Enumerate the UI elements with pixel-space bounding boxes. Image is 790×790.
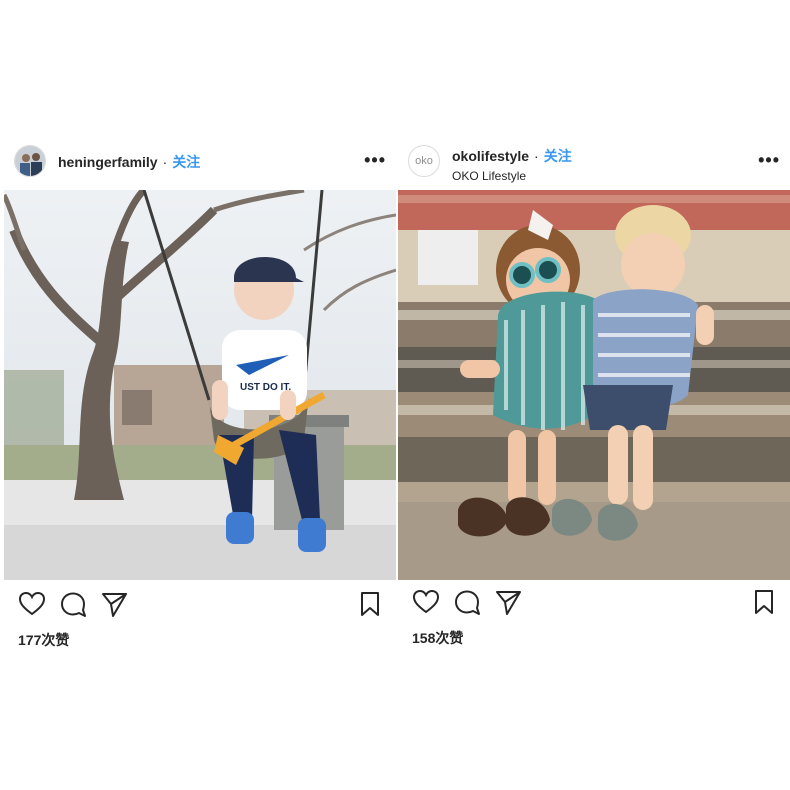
account-full-name: OKO Lifestyle [452,169,527,183]
more-options-icon[interactable]: ••• [758,150,780,171]
like-count[interactable]: 177次赞 [18,630,69,650]
username[interactable]: okolifestyle [452,148,529,164]
post-heningerfamily: heningerfamily · 关注 ••• UST DO IT. 177次赞 [4,140,396,648]
action-bar [398,588,790,618]
avatar[interactable]: oko [408,145,440,177]
follow-button[interactable]: 关注 [172,154,200,170]
kids-on-bench-photo[interactable] [398,190,790,580]
username[interactable]: heningerfamily [58,154,158,170]
separator-dot: · [162,154,168,170]
post-okolifestyle: oko okolifestyle · 关注 OKO Lifestyle ••• [398,140,790,646]
bookmark-icon[interactable] [356,590,384,618]
heart-icon[interactable] [18,590,46,618]
comment-icon[interactable] [59,590,87,618]
like-count[interactable]: 158次赞 [412,628,463,648]
heart-icon[interactable] [412,588,440,616]
swing-photo[interactable]: UST DO IT. [4,190,396,580]
share-icon[interactable] [100,590,128,618]
action-bar [4,590,396,620]
avatar[interactable] [14,145,46,177]
separator-dot: · [534,148,539,164]
follow-button[interactable]: 关注 [544,148,572,164]
share-icon[interactable] [494,588,522,616]
comment-icon[interactable] [453,588,481,616]
post-header: heningerfamily · 关注 ••• [4,140,396,190]
bookmark-icon[interactable] [750,588,778,616]
post-header: oko okolifestyle · 关注 OKO Lifestyle ••• [398,140,790,190]
more-options-icon[interactable]: ••• [364,150,386,171]
avatar-logo-text: oko [415,155,433,167]
